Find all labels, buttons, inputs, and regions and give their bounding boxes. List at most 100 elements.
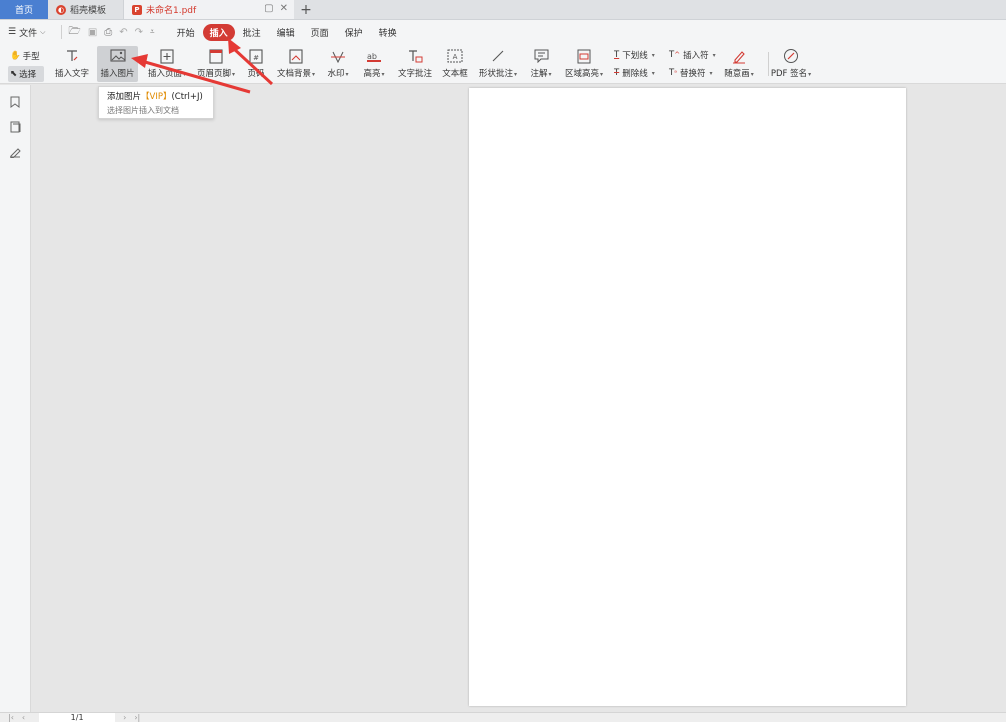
tooltip-title: 添加图片【VIP】(Ctrl+J) [107, 92, 203, 102]
menu-protect[interactable]: 保护 [337, 24, 371, 41]
page-number-icon: # [248, 48, 264, 64]
menu-annotate[interactable]: 批注 [235, 24, 269, 41]
strikethrough-icon: T [614, 68, 620, 78]
bookmark-icon[interactable] [8, 95, 22, 109]
symbol-group: T^ 插入符 ▾ Tᵃ 替换符 ▾ [669, 47, 716, 81]
page-indicator[interactable]: 1/1 [39, 712, 116, 722]
freehand-label: 随意画▾ [724, 69, 754, 79]
select-tool-label: 选择 [19, 70, 37, 80]
menu-page[interactable]: 页面 [303, 24, 337, 41]
note-button[interactable]: 注解▾ [528, 46, 554, 82]
hamburger-icon: ☰ [8, 27, 17, 37]
insert-image-button[interactable]: 插入图片 [97, 46, 138, 82]
save-icon[interactable]: ▣ [88, 27, 97, 38]
menu-convert[interactable]: 转换 [371, 24, 405, 41]
cursor-tools: ✋ 手型 ⬉ 选择 [8, 48, 44, 82]
page-number-button[interactable]: # 页码 [245, 46, 267, 82]
insert-text-label: 插入文字 [54, 69, 89, 79]
line-shape-icon [490, 48, 506, 64]
thumbnail-icon[interactable] [8, 120, 22, 134]
insert-text-button[interactable]: 插入文字 [52, 46, 92, 82]
highlight-button[interactable]: ab 高亮▾ [361, 46, 387, 82]
doc-background-icon [288, 48, 304, 64]
shape-annotation-button[interactable]: 形状批注▾ [477, 46, 519, 82]
pin-icon[interactable]: ▢ [264, 3, 273, 14]
text-annotation-button[interactable]: 文字批注 [397, 46, 433, 82]
watermark-button[interactable]: 水印▾ [325, 46, 351, 82]
menu-edit[interactable]: 编辑 [269, 24, 303, 41]
strikethrough-button[interactable]: T 删除线 ▾ [614, 65, 655, 81]
textbox-button[interactable]: A 文本框 [441, 46, 469, 82]
underline-label: 下划线 [622, 51, 648, 61]
pdf-page[interactable] [469, 88, 906, 706]
insert-page-icon [159, 48, 175, 64]
underline-button[interactable]: T 下划线 ▾ [614, 47, 655, 63]
strikethrough-label: 删除线 [622, 69, 648, 79]
menu-insert[interactable]: 插入 [202, 23, 235, 41]
insert-page-button[interactable]: 插入页面▾ [145, 46, 189, 82]
area-highlight-label: 区域高亮▾ [564, 69, 604, 79]
textbox-label: 文本框 [442, 69, 468, 79]
print-icon[interactable]: ⎙ [104, 27, 112, 38]
ribbon-toolbar: ✋ 手型 ⬉ 选择 插入文字 插入图片 插入页面▾ 页眉页脚▾ # 页码 文档背… [0, 44, 1006, 84]
first-page-icon[interactable]: |‹ [8, 713, 14, 722]
doc-background-label: 文档背景▾ [276, 69, 316, 79]
freehand-button[interactable]: 随意画▾ [722, 46, 756, 82]
textbox-icon: A [447, 48, 463, 64]
signature-icon [783, 48, 799, 64]
replace-symbol-icon: Tᵃ [669, 68, 677, 78]
next-page-icon[interactable]: › [123, 713, 126, 722]
pdf-file-icon: P [132, 4, 142, 15]
insert-image-tooltip: 添加图片【VIP】(Ctrl+J) 选择图片插入到文档 [98, 86, 214, 119]
hand-tool-label: 手型 [22, 52, 40, 62]
tab-document-label: 未命名1.pdf [146, 6, 197, 16]
customize-icon[interactable]: ⩡ [150, 27, 155, 37]
replace-symbol-label: 替换符 [679, 69, 706, 79]
quick-access-toolbar: 🗁 ▣ ⎙ ↶ ↷ ⩡ [68, 24, 154, 41]
annotation-panel-icon[interactable] [8, 145, 22, 159]
highlight-label: 高亮▾ [363, 69, 385, 79]
select-tool[interactable]: ⬉ 选择 [8, 66, 44, 82]
docer-icon: ◐ [56, 4, 66, 15]
tab-template-label: 稻壳模板 [70, 6, 107, 16]
pdf-sign-button[interactable]: PDF 签名▾ [770, 46, 812, 82]
prev-page-icon[interactable]: ‹ [22, 713, 25, 722]
text-annotation-icon [407, 48, 423, 64]
note-label: 注解▾ [530, 69, 552, 79]
tab-document[interactable]: P 未命名1.pdf ▢ ✕ [124, 0, 294, 19]
status-bar: |‹ ‹ 1/1 › ›| [0, 712, 1006, 722]
insert-page-label: 插入页面▾ [147, 69, 187, 79]
insert-symbol-label: 插入符 [683, 51, 709, 61]
replace-symbol-button[interactable]: Tᵃ 替换符 ▾ [669, 65, 716, 81]
page-number-label: 页码 [247, 69, 265, 79]
new-tab-button[interactable]: + [294, 0, 318, 19]
image-icon [109, 48, 126, 64]
header-footer-icon [208, 48, 224, 64]
highlight-icon: ab [366, 48, 382, 64]
watermark-icon [330, 48, 346, 64]
tab-template[interactable]: ◐ 稻壳模板 [48, 0, 124, 19]
hand-tool[interactable]: ✋ 手型 [8, 48, 44, 64]
undo-icon[interactable]: ↶ [119, 27, 127, 38]
svg-text:A: A [453, 53, 458, 61]
divider [768, 52, 769, 76]
file-menu[interactable]: ☰ 文件 ⌵ [8, 26, 45, 39]
shape-annotation-label: 形状批注▾ [478, 69, 518, 79]
text-annotation-label: 文字批注 [397, 69, 432, 79]
menu-start[interactable]: 开始 [169, 24, 203, 41]
close-tab-icon[interactable]: ✕ [280, 3, 288, 14]
insert-symbol-icon: T^ [669, 50, 681, 60]
tab-home[interactable]: 首页 [0, 0, 48, 19]
header-footer-button[interactable]: 页眉页脚▾ [195, 46, 237, 82]
doc-background-button[interactable]: 文档背景▾ [275, 46, 317, 82]
left-sidebar [0, 85, 31, 712]
tooltip-description: 选择图片插入到文档 [107, 106, 179, 115]
area-highlight-button[interactable]: 区域高亮▾ [563, 46, 605, 82]
redo-icon[interactable]: ↷ [135, 27, 143, 38]
open-folder-icon[interactable]: 🗁 [68, 24, 80, 41]
last-page-icon[interactable]: ›| [134, 713, 140, 722]
insert-text-icon [64, 48, 80, 64]
divider [61, 25, 63, 39]
svg-text:#: # [253, 54, 259, 62]
insert-symbol-button[interactable]: T^ 插入符 ▾ [669, 47, 716, 63]
